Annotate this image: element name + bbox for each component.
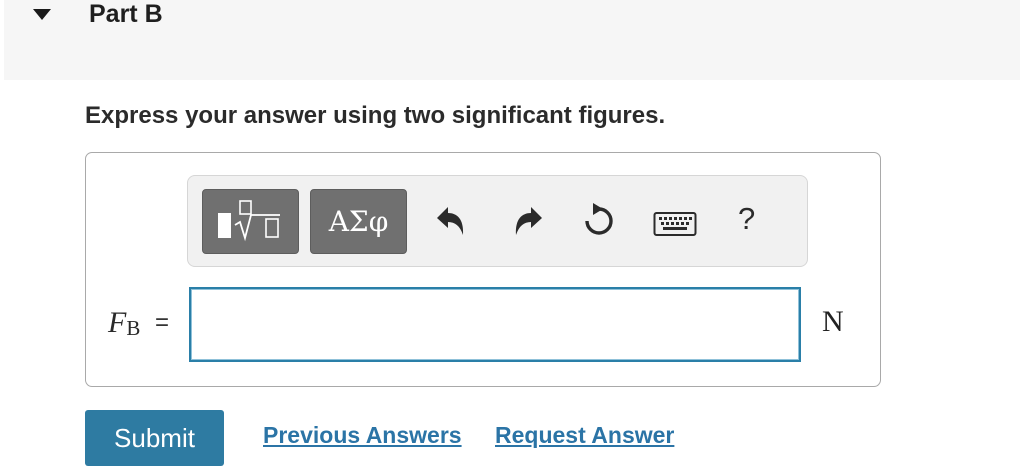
submit-button[interactable]: Submit bbox=[85, 410, 224, 466]
part-title: Part B bbox=[89, 0, 163, 28]
equals-sign: = bbox=[155, 309, 170, 336]
request-answer-link[interactable]: Request Answer bbox=[495, 422, 674, 449]
greek-letters-button[interactable]: ΑΣφ bbox=[310, 189, 407, 254]
help-icon[interactable]: ? bbox=[738, 201, 755, 237]
keyboard-icon[interactable] bbox=[653, 210, 697, 240]
previous-answers-link[interactable]: Previous Answers bbox=[263, 422, 462, 449]
templates-button[interactable] bbox=[202, 189, 299, 254]
answer-input[interactable] bbox=[189, 287, 801, 362]
undo-icon[interactable] bbox=[431, 201, 471, 241]
variable-symbol: F bbox=[108, 306, 127, 339]
collapse-caret-icon[interactable] bbox=[33, 9, 51, 20]
answer-variable-label: FB bbox=[108, 306, 140, 341]
templates-icon bbox=[218, 200, 280, 242]
reset-icon[interactable] bbox=[578, 201, 618, 241]
variable-subscript: B bbox=[126, 316, 141, 340]
answer-instructions: Express your answer using two significan… bbox=[85, 102, 666, 129]
unit-label: N bbox=[822, 305, 844, 338]
redo-icon[interactable] bbox=[508, 201, 548, 241]
